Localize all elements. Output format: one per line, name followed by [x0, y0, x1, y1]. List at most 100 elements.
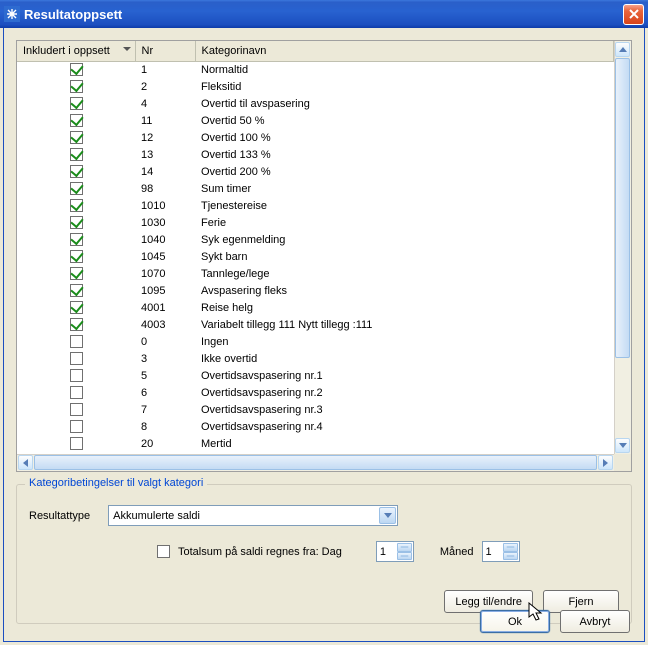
table-row[interactable]: 20Mertid	[17, 435, 614, 452]
row-checkbox[interactable]	[70, 437, 83, 450]
spin-down-button[interactable]	[397, 552, 412, 561]
table-row[interactable]: 12Overtid 100 %	[17, 129, 614, 146]
row-checkbox[interactable]	[70, 420, 83, 433]
row-name: Ingen	[195, 333, 614, 350]
row-checkbox[interactable]	[70, 233, 83, 246]
category-grid: Inkludert i oppsett Nr Kategorinavn 1Nor…	[16, 40, 632, 472]
table-row[interactable]: 5Overtidsavspasering nr.1	[17, 367, 614, 384]
row-nr: 3	[135, 350, 195, 367]
close-button[interactable]	[623, 4, 644, 25]
row-checkbox[interactable]	[70, 165, 83, 178]
cancel-button[interactable]: Avbryt	[560, 610, 630, 633]
table-row[interactable]: 13Overtid 133 %	[17, 146, 614, 163]
table-row[interactable]: 7Overtidsavspasering nr.3	[17, 401, 614, 418]
table-row[interactable]: 8Overtidsavspasering nr.4	[17, 418, 614, 435]
totalsum-checkbox[interactable]	[157, 545, 170, 558]
table-row[interactable]: 1045Sykt barn	[17, 248, 614, 265]
row-name: Avspasering fleks	[195, 282, 614, 299]
row-nr: 1010	[135, 197, 195, 214]
vertical-scrollbar[interactable]	[614, 41, 631, 454]
row-name: Overtidsavspasering nr.4	[195, 418, 614, 435]
result-type-value: Akkumulerte saldi	[113, 510, 200, 522]
row-nr: 8	[135, 418, 195, 435]
table-row[interactable]: 11Overtid 50 %	[17, 112, 614, 129]
row-nr: 12	[135, 129, 195, 146]
row-name: Reise helg	[195, 299, 614, 316]
table-row[interactable]: 1010Tjenestereise	[17, 197, 614, 214]
row-name: Tjenestereise	[195, 197, 614, 214]
row-checkbox[interactable]	[70, 369, 83, 382]
row-name: Syk egenmelding	[195, 231, 614, 248]
row-nr: 1070	[135, 265, 195, 282]
row-checkbox[interactable]	[70, 284, 83, 297]
header-included[interactable]: Inkludert i oppsett	[17, 41, 135, 61]
spin-up-button[interactable]	[503, 543, 518, 552]
row-name: Normaltid	[195, 61, 614, 78]
month-label: Måned	[440, 546, 474, 558]
table-row[interactable]: 2Fleksitid	[17, 78, 614, 95]
row-checkbox[interactable]	[70, 80, 83, 93]
row-nr: 14	[135, 163, 195, 180]
row-checkbox[interactable]	[70, 63, 83, 76]
table-row[interactable]: 3Ikke overtid	[17, 350, 614, 367]
row-checkbox[interactable]	[70, 199, 83, 212]
row-checkbox[interactable]	[70, 335, 83, 348]
result-type-label: Resultattype	[29, 510, 90, 522]
scroll-thumb-h[interactable]	[34, 455, 597, 470]
table-row[interactable]: 1040Syk egenmelding	[17, 231, 614, 248]
row-name: Overtid 200 %	[195, 163, 614, 180]
row-nr: 1	[135, 61, 195, 78]
chevron-down-icon	[123, 47, 131, 51]
table-row[interactable]: 1030Ferie	[17, 214, 614, 231]
header-nr[interactable]: Nr	[135, 41, 195, 61]
row-checkbox[interactable]	[70, 182, 83, 195]
day-spinner[interactable]: 1	[376, 541, 414, 562]
row-checkbox[interactable]	[70, 301, 83, 314]
row-checkbox[interactable]	[70, 250, 83, 263]
row-name: Sum timer	[195, 180, 614, 197]
row-checkbox[interactable]	[70, 97, 83, 110]
row-nr: 5	[135, 367, 195, 384]
row-checkbox[interactable]	[70, 352, 83, 365]
category-conditions-group: Kategoribetingelser til valgt kategori R…	[16, 484, 632, 624]
table-row[interactable]: 4003Variabelt tillegg 111 Nytt tillegg :…	[17, 316, 614, 333]
row-checkbox[interactable]	[70, 131, 83, 144]
spin-down-button[interactable]	[503, 552, 518, 561]
scroll-down-button[interactable]	[615, 438, 630, 453]
row-checkbox[interactable]	[70, 403, 83, 416]
spin-up-button[interactable]	[397, 543, 412, 552]
month-spinner[interactable]: 1	[482, 541, 520, 562]
row-name: Tannlege/lege	[195, 265, 614, 282]
scroll-up-button[interactable]	[615, 42, 630, 57]
table-row[interactable]: 1Normaltid	[17, 61, 614, 78]
table-row[interactable]: 98Sum timer	[17, 180, 614, 197]
title-bar: Resultatoppsett	[0, 0, 648, 28]
table-row[interactable]: 1095Avspasering fleks	[17, 282, 614, 299]
header-name[interactable]: Kategorinavn	[195, 41, 614, 61]
table-row[interactable]: 4001Reise helg	[17, 299, 614, 316]
row-checkbox[interactable]	[70, 267, 83, 280]
row-nr: 2	[135, 78, 195, 95]
combo-dropdown-button[interactable]	[379, 507, 396, 524]
table-row[interactable]: 6Overtidsavspasering nr.2	[17, 384, 614, 401]
result-type-combo[interactable]: Akkumulerte saldi	[108, 505, 398, 526]
scroll-corner	[614, 454, 631, 471]
scroll-right-button[interactable]	[598, 455, 613, 470]
table-row[interactable]: 14Overtid 200 %	[17, 163, 614, 180]
scroll-left-button[interactable]	[18, 455, 33, 470]
table-row[interactable]: 1070Tannlege/lege	[17, 265, 614, 282]
month-value: 1	[486, 546, 492, 558]
table-row[interactable]: 0Ingen	[17, 333, 614, 350]
ok-button[interactable]: Ok	[480, 610, 550, 633]
row-checkbox[interactable]	[70, 386, 83, 399]
row-checkbox[interactable]	[70, 216, 83, 229]
row-checkbox[interactable]	[70, 114, 83, 127]
row-nr: 6	[135, 384, 195, 401]
scroll-thumb[interactable]	[615, 58, 630, 358]
horizontal-scrollbar[interactable]	[17, 454, 614, 471]
row-checkbox[interactable]	[70, 318, 83, 331]
row-nr: 7	[135, 401, 195, 418]
table-row[interactable]: 4Overtid til avspasering	[17, 95, 614, 112]
client-area: Inkludert i oppsett Nr Kategorinavn 1Nor…	[3, 28, 645, 642]
row-checkbox[interactable]	[70, 148, 83, 161]
